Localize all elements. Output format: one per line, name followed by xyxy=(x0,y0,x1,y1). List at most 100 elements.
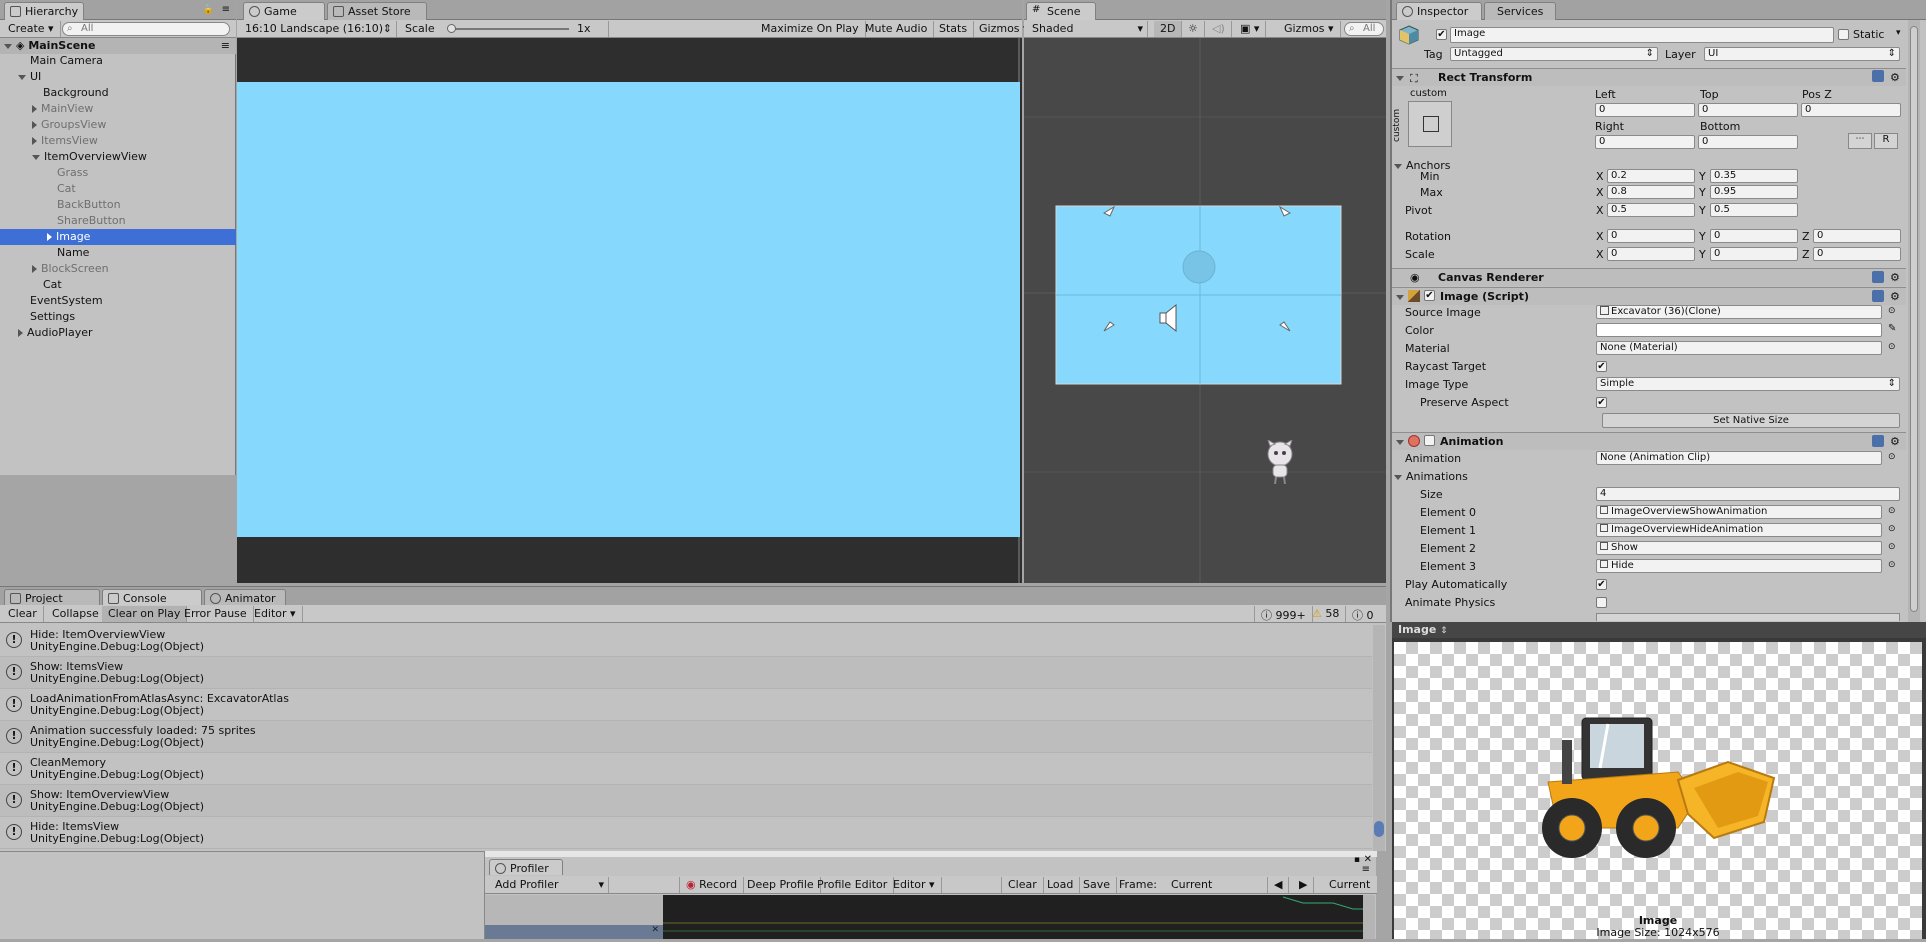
hierarchy-item[interactable]: Cat xyxy=(0,181,236,197)
collapse-icon[interactable] xyxy=(47,233,52,241)
anchor-max-y-input[interactable]: 0.95 xyxy=(1710,185,1798,199)
previous-frame-icon[interactable]: ◀ xyxy=(1267,877,1290,893)
warning-filter-toggle[interactable]: ⚠ 58 xyxy=(1306,606,1347,622)
left-input[interactable]: 0 xyxy=(1595,103,1695,117)
collapse-icon[interactable] xyxy=(32,105,37,113)
blueprint-mode-button[interactable]: ⋯ xyxy=(1848,133,1872,149)
settings-gear-icon[interactable]: ⚙ xyxy=(1890,433,1900,450)
mute-audio-button[interactable]: Mute Audio xyxy=(859,21,935,37)
profiler-module-row[interactable]: ✕ xyxy=(485,925,663,939)
log-entry[interactable]: ! Show: ItemOverviewView UnityEngine.Debug… xyxy=(0,785,1372,817)
settings-gear-icon[interactable]: ⚙ xyxy=(1890,69,1900,86)
maximize-on-play-button[interactable]: Maximize On Play xyxy=(755,21,866,37)
settings-gear-icon[interactable]: ⚙ xyxy=(1890,288,1900,305)
deep-profile-toggle[interactable]: Deep Profile xyxy=(741,877,821,893)
hierarchy-item[interactable]: AudioPlayer xyxy=(0,325,236,341)
rect-transform-header[interactable]: ⛶ Rect Transform ⚙ xyxy=(1392,68,1906,86)
close-icon[interactable]: ✕ xyxy=(651,925,659,935)
hierarchy-item[interactable]: ShareButton xyxy=(0,213,236,229)
animation-clip-field[interactable]: None (Animation Clip) xyxy=(1596,451,1882,465)
profiler-scrollbar[interactable] xyxy=(1363,895,1375,939)
object-name-input[interactable]: Image xyxy=(1450,27,1834,43)
bottom-input[interactable]: 0 xyxy=(1698,135,1798,149)
color-swatch[interactable] xyxy=(1596,323,1882,337)
hierarchy-search-input[interactable]: ⌕ All xyxy=(62,22,230,36)
scale-track[interactable] xyxy=(449,28,569,30)
tab-asset-store[interactable]: Asset Store xyxy=(327,2,427,20)
animation-header[interactable]: Animation ⚙ xyxy=(1392,432,1906,450)
posz-input[interactable]: 0 xyxy=(1801,103,1901,117)
game-viewport[interactable] xyxy=(237,38,1020,583)
preserve-aspect-checkbox[interactable]: ✔ xyxy=(1596,397,1607,408)
inspector-scrollbar[interactable] xyxy=(1908,20,1920,622)
collapse-icon[interactable] xyxy=(32,265,37,273)
element-field[interactable]: Hide xyxy=(1596,559,1882,573)
log-entry[interactable]: ! Show: ItemsView UnityEngine.Debug:Log(Ob… xyxy=(0,657,1372,689)
source-image-field[interactable]: Excavator (36)(Clone) xyxy=(1596,305,1882,319)
window-maximize-icon[interactable]: ▪ xyxy=(1354,855,1360,865)
hierarchy-item[interactable]: Cat xyxy=(0,277,236,293)
element-field[interactable]: Show xyxy=(1596,541,1882,555)
expand-icon[interactable] xyxy=(32,154,40,160)
error-pause-toggle[interactable]: Error Pause xyxy=(178,606,254,622)
play-automatically-checkbox[interactable]: ✔ xyxy=(1596,579,1607,590)
tag-dropdown[interactable]: Untagged ⇕ xyxy=(1450,47,1658,61)
rotation-x-input[interactable]: 0 xyxy=(1607,229,1695,243)
hierarchy-item[interactable]: ItemOverviewView xyxy=(0,149,236,165)
console-scrollbar[interactable] xyxy=(1373,625,1385,851)
hierarchy-item[interactable]: Settings xyxy=(0,309,236,325)
stats-button[interactable]: Stats xyxy=(933,21,975,37)
audio-toggle-icon[interactable]: ◁) xyxy=(1206,21,1232,37)
expand-icon[interactable] xyxy=(18,74,26,80)
object-picker-icon[interactable]: ⊙ xyxy=(1888,306,1896,316)
settings-gear-icon[interactable]: ⚙ xyxy=(1890,269,1900,286)
scale-z-input[interactable]: 0 xyxy=(1813,247,1901,261)
profiler-clear-button[interactable]: Clear xyxy=(1001,877,1044,893)
element-field[interactable]: ImageOverviewShowAnimation xyxy=(1596,505,1882,519)
rotation-z-input[interactable]: 0 xyxy=(1813,229,1901,243)
panel-menu-icon[interactable]: ≡ xyxy=(1362,864,1370,875)
collapse-icon[interactable] xyxy=(32,137,37,145)
log-entry[interactable]: ! Animation successfuly loaded: 75 sprite… xyxy=(0,721,1372,753)
active-checkbox[interactable]: ✔ xyxy=(1436,29,1447,40)
effects-dropdown-icon[interactable]: ▣ ▾ xyxy=(1234,21,1267,37)
hierarchy-item[interactable]: MainView xyxy=(0,101,236,117)
layer-dropdown[interactable]: UI ⇕ xyxy=(1704,47,1900,61)
image-enabled-checkbox[interactable]: ✔ xyxy=(1424,290,1435,301)
profiler-editor-dropdown[interactable]: Editor ▾ xyxy=(887,877,942,893)
scene-gizmos-dropdown[interactable]: Gizmos ▾ xyxy=(1278,21,1341,37)
top-input[interactable]: 0 xyxy=(1698,103,1798,117)
animations-size-input[interactable]: 4 xyxy=(1596,487,1900,501)
help-icon[interactable] xyxy=(1872,70,1884,82)
scene-search-input[interactable]: ⌕ All xyxy=(1344,22,1384,36)
scene-row[interactable]: ◈ MainScene ≡ xyxy=(0,38,236,54)
log-entry[interactable]: ! Hide: ItemsView UnityEngine.Debug:Log(Ob… xyxy=(0,817,1372,849)
hierarchy-item[interactable]: GroupsView xyxy=(0,117,236,133)
error-filter-toggle[interactable]: ⓘ 0 xyxy=(1346,606,1380,622)
set-native-size-button[interactable]: Set Native Size xyxy=(1602,413,1900,428)
object-picker-icon[interactable]: ⊙ xyxy=(1888,342,1896,352)
tab-services[interactable]: Services xyxy=(1484,2,1556,20)
animate-physics-checkbox[interactable] xyxy=(1596,597,1607,608)
current-frame-button[interactable]: Current xyxy=(1323,877,1376,893)
inspector-scroll-thumb[interactable] xyxy=(1910,26,1918,612)
record-toggle[interactable]: ◉ Record xyxy=(679,877,745,893)
hierarchy-item[interactable]: EventSystem xyxy=(0,293,236,309)
hierarchy-item[interactable]: Main Camera xyxy=(0,53,236,69)
anchor-min-y-input[interactable]: 0.35 xyxy=(1710,169,1798,183)
tab-inspector[interactable]: Inspector xyxy=(1396,2,1482,20)
hierarchy-item-selected[interactable]: Image xyxy=(0,229,236,245)
hierarchy-item[interactable]: BlockScreen xyxy=(0,261,236,277)
profiler-load-button[interactable]: Load xyxy=(1041,877,1081,893)
element-field[interactable]: ImageOverviewHideAnimation xyxy=(1596,523,1882,537)
profiler-module-list[interactable]: ✕ xyxy=(485,895,663,939)
editor-dropdown[interactable]: Editor ▾ xyxy=(248,606,303,622)
object-picker-icon[interactable]: ⊙ xyxy=(1888,506,1896,516)
add-profiler-dropdown[interactable]: Add Profiler ▾ xyxy=(489,877,609,893)
object-picker-icon[interactable]: ⊙ xyxy=(1888,542,1896,552)
raycast-target-checkbox[interactable]: ✔ xyxy=(1596,361,1607,372)
profiler-graph[interactable] xyxy=(663,895,1363,939)
preview-header[interactable]: Image ⇕ xyxy=(1392,622,1926,638)
scene-menu-icon[interactable]: ≡ xyxy=(221,38,230,54)
clear-button[interactable]: Clear xyxy=(2,606,44,622)
